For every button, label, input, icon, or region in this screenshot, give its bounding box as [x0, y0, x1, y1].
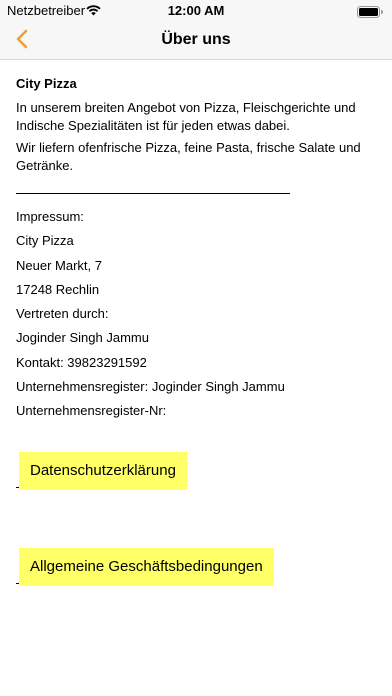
impressum-contact: Kontakt: 39823291592 [16, 354, 147, 370]
navigation-bar: Über uns [0, 22, 392, 60]
impressum-city: 17248 Rechlin [16, 281, 100, 297]
impressum-owner: Joginder Singh Jammu [16, 330, 149, 346]
privacy-link-row: Datenschutzerklärung [16, 452, 187, 490]
divider [16, 193, 290, 194]
battery-icon [357, 5, 383, 18]
intro-paragraph: In unserem breiten Angebot von Pizza, Fl… [16, 100, 356, 133]
privacy-policy-link[interactable]: Datenschutzerklärung [19, 452, 187, 490]
delivery-paragraph: Wir liefern ofenfrische Pizza, feine Pas… [16, 140, 361, 173]
impressum-section: Impressum: City Pizza Neuer Markt, 7 172… [16, 209, 376, 419]
terms-link-row: Allgemeine Geschäftsbedingungen [16, 548, 274, 586]
impressum-register: Unternehmensregister: Joginder Singh Jam… [16, 379, 285, 395]
page-title: Über uns [161, 31, 231, 48]
about-content: City Pizza In unserem breiten Angebot vo… [16, 76, 376, 428]
impressum-heading: Impressum: [16, 209, 84, 224]
status-time: 12:00 AM [167, 3, 225, 18]
company-name: City Pizza [16, 76, 77, 91]
terms-and-conditions-link[interactable]: Allgemeine Geschäftsbedingungen [19, 548, 274, 586]
status-bar: Netzbetreiber 12:00 AM [0, 0, 392, 22]
impressum-company: City Pizza [16, 233, 74, 249]
impressum-street: Neuer Markt, 7 [16, 257, 102, 273]
impressum-represented-by: Vertreten durch: [16, 306, 109, 322]
impressum-register-number: Unternehmensregister-Nr: [16, 403, 167, 419]
